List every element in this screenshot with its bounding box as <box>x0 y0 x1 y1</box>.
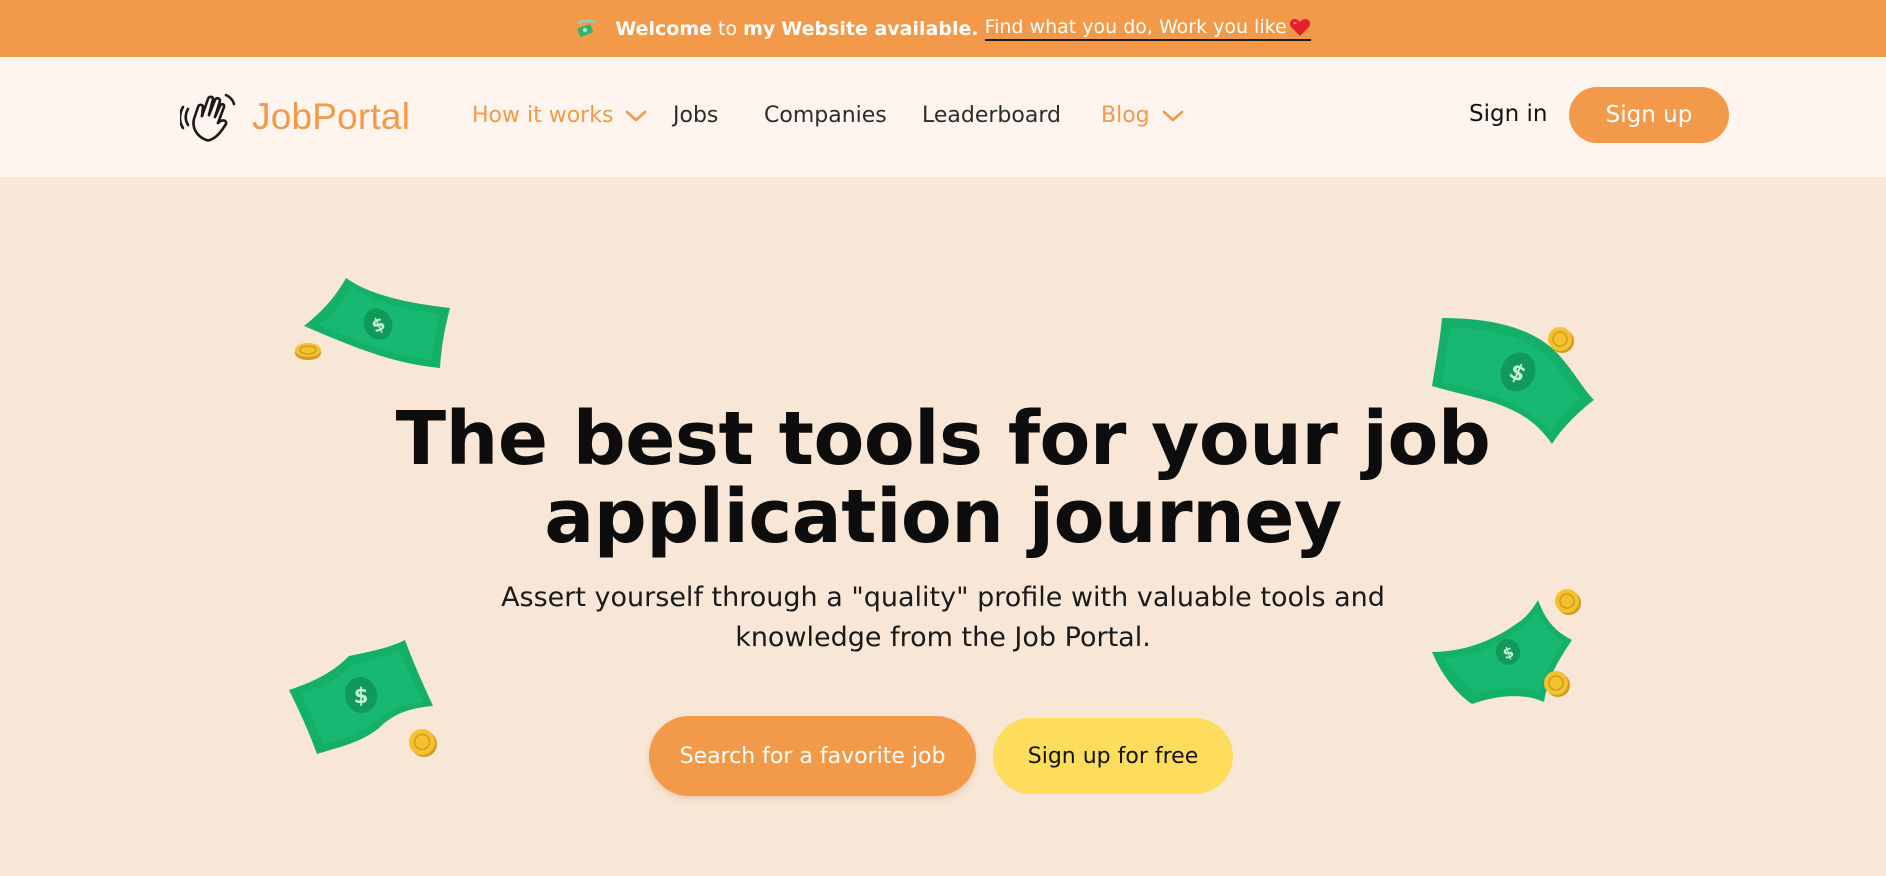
coin-icon <box>1544 671 1570 697</box>
announcement-my: my <box>743 17 776 40</box>
coin-icon <box>295 343 321 360</box>
brand-logo[interactable]: JobPortal <box>180 89 410 145</box>
hero-title-line2: application journey <box>544 474 1342 560</box>
coin-icon <box>1548 327 1574 353</box>
nav-how-it-works[interactable]: How it works <box>472 103 647 128</box>
nav-how-it-works-label: How it works <box>472 103 614 128</box>
heart-icon <box>1289 19 1310 36</box>
money-with-wings-icon <box>575 18 597 40</box>
sign-up-label: Sign up <box>1605 102 1693 128</box>
announcement-welcome: Welcome <box>615 17 713 40</box>
nav-companies-label: Companies <box>764 103 887 128</box>
hero-subtitle: Assert yourself through a "quality" prof… <box>0 578 1886 658</box>
hero-subtitle-line2: knowledge from the Job Portal. <box>735 622 1151 653</box>
waving-hand-icon <box>180 93 236 142</box>
sign-up-button[interactable]: Sign up <box>1569 87 1729 143</box>
nav-companies[interactable]: Companies <box>764 103 887 128</box>
nav-blog-label: Blog <box>1101 103 1150 128</box>
nav-jobs-label: Jobs <box>673 103 719 128</box>
hero-title: The best tools for your job application … <box>0 400 1886 556</box>
chevron-down-icon <box>1162 110 1183 121</box>
sign-in-link[interactable]: Sign in <box>1469 101 1547 127</box>
sign-up-free-label: Sign up for free <box>1027 743 1199 769</box>
search-favorite-job-button[interactable]: Search for a favorite job <box>649 716 976 796</box>
nav-leaderboard[interactable]: Leaderboard <box>922 103 1061 128</box>
svg-text:$: $ <box>354 684 369 708</box>
nav-blog[interactable]: Blog <box>1101 103 1184 128</box>
hero-subtitle-line1: Assert yourself through a "quality" prof… <box>501 582 1385 613</box>
brand-name: JobPortal <box>252 96 411 137</box>
search-favorite-job-label: Search for a favorite job <box>679 743 946 769</box>
announcement-to: to <box>718 17 738 40</box>
navbar: JobPortal How it works Jobs Companies Le… <box>0 57 1886 177</box>
sign-up-free-button[interactable]: Sign up for free <box>993 718 1233 794</box>
announcement-bar: Welcome to my Website available. Find wh… <box>0 0 1886 57</box>
coin-icon <box>409 729 437 757</box>
nav-leaderboard-label: Leaderboard <box>922 103 1061 128</box>
announcement-website: Website available. <box>781 17 979 40</box>
chevron-down-icon <box>626 110 647 121</box>
nav-jobs[interactable]: Jobs <box>673 103 718 128</box>
hero-title-line1: The best tools for your job <box>395 396 1491 482</box>
announcement-link[interactable]: Find what you do, Work you like <box>984 16 1311 41</box>
announcement-link-text: Find what you do, Work you like <box>984 16 1287 38</box>
